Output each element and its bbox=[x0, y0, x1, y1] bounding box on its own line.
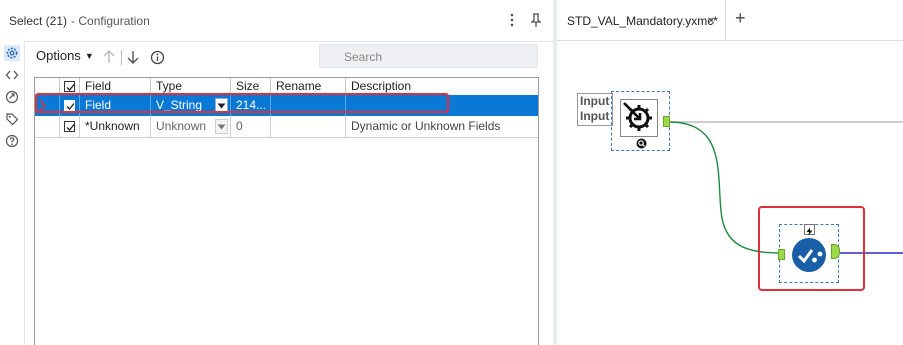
type-select-value: V_String bbox=[156, 98, 203, 112]
type-select[interactable]: V_String bbox=[151, 95, 231, 116]
lightning-icon bbox=[804, 224, 815, 236]
output-anchor[interactable] bbox=[663, 116, 670, 127]
cell-rename[interactable] bbox=[271, 116, 346, 137]
input-anchor[interactable] bbox=[778, 249, 785, 260]
validation-tool[interactable] bbox=[778, 224, 840, 283]
arrow-down-icon[interactable] bbox=[125, 48, 141, 66]
row-checkbox[interactable] bbox=[60, 116, 80, 137]
type-select[interactable]: Unknown bbox=[151, 116, 231, 137]
pin-icon[interactable] bbox=[528, 11, 544, 29]
chevron-down-icon[interactable] bbox=[215, 119, 228, 134]
toolbar-divider bbox=[121, 50, 122, 65]
output-anchor[interactable] bbox=[831, 244, 840, 259]
workflow-area: STD_VAL_Mandatory.yxmc* × + Input Input bbox=[557, 0, 903, 345]
cell-description[interactable]: Dynamic or Unknown Fields bbox=[346, 116, 538, 137]
cell-size[interactable]: 0 bbox=[231, 116, 271, 137]
select-all-checkbox[interactable] bbox=[60, 78, 80, 95]
checkbox bbox=[64, 121, 75, 132]
config-title: Select (21) - Configuration bbox=[9, 14, 150, 28]
add-tab-icon[interactable]: + bbox=[735, 8, 746, 29]
checkmark-icon bbox=[792, 238, 826, 272]
col-header-description[interactable]: Description bbox=[346, 78, 538, 95]
col-header-size[interactable]: Size bbox=[231, 78, 271, 95]
gear-icon[interactable] bbox=[4, 45, 20, 61]
cell-description[interactable] bbox=[346, 95, 538, 116]
options-button[interactable]: Options ▼ bbox=[36, 48, 94, 63]
cell-field[interactable]: *Unknown bbox=[80, 116, 151, 137]
col-header-field[interactable]: Field bbox=[80, 78, 151, 95]
tab-label: STD_VAL_Mandatory.yxmc* bbox=[567, 14, 718, 28]
chevron-down-icon[interactable] bbox=[215, 98, 228, 113]
help-icon[interactable] bbox=[4, 133, 20, 149]
type-select-value: Unknown bbox=[156, 119, 207, 133]
config-side-strip bbox=[0, 41, 25, 345]
macro-input-label[interactable]: Input Input bbox=[577, 93, 613, 126]
row-checkbox[interactable] bbox=[60, 95, 80, 116]
config-toolbar: Options ▼ Search bbox=[25, 42, 553, 72]
table-row[interactable]: Field V_String 214... bbox=[35, 95, 538, 116]
connections-layer bbox=[668, 121, 903, 254]
cell-field[interactable]: Field bbox=[80, 95, 151, 116]
table-row[interactable]: *Unknown Unknown 0 Dynamic or Unknown Fi… bbox=[35, 116, 538, 138]
options-label: Options bbox=[36, 48, 81, 63]
tag-icon[interactable] bbox=[4, 111, 20, 127]
configuration-panel: Select (21) - Configuration Options ▼ Se… bbox=[0, 0, 553, 345]
macro-input-icon bbox=[620, 99, 658, 137]
checkbox bbox=[64, 100, 75, 111]
info-icon[interactable] bbox=[149, 48, 165, 66]
field-grid: Field Type Size Rename Description Field… bbox=[34, 77, 539, 345]
col-header-type[interactable]: Type bbox=[151, 78, 231, 95]
workflow-canvas[interactable]: Input Input bbox=[557, 41, 903, 345]
chevron-down-icon: ▼ bbox=[84, 51, 94, 61]
macro-input-tool[interactable] bbox=[611, 91, 670, 151]
search-icon bbox=[636, 138, 647, 149]
input-label-line2: Input bbox=[580, 109, 610, 123]
cell-size[interactable]: 214... bbox=[231, 95, 271, 116]
arrow-up-icon[interactable] bbox=[101, 48, 117, 66]
config-title-tool: Select (21) bbox=[9, 14, 68, 28]
tab-workflow[interactable]: STD_VAL_Mandatory.yxmc* × bbox=[557, 0, 726, 40]
search-input[interactable]: Search bbox=[319, 44, 538, 68]
grid-header: Field Type Size Rename Description bbox=[35, 78, 538, 96]
close-icon[interactable]: × bbox=[707, 12, 715, 28]
more-vertical-icon[interactable] bbox=[504, 11, 520, 29]
checkbox bbox=[64, 81, 75, 92]
arrows-icon[interactable] bbox=[4, 89, 20, 105]
row-indicator bbox=[35, 116, 60, 137]
grid-header-gutter bbox=[35, 78, 60, 95]
config-title-subtitle: - Configuration bbox=[71, 14, 150, 28]
input-label-line1: Input bbox=[580, 94, 610, 108]
config-header: Select (21) - Configuration bbox=[0, 0, 553, 42]
cell-rename[interactable] bbox=[271, 95, 346, 116]
col-header-rename[interactable]: Rename bbox=[271, 78, 346, 95]
row-indicator bbox=[35, 95, 60, 116]
tab-bar: STD_VAL_Mandatory.yxmc* × + bbox=[557, 0, 903, 41]
code-icon[interactable] bbox=[4, 67, 20, 83]
